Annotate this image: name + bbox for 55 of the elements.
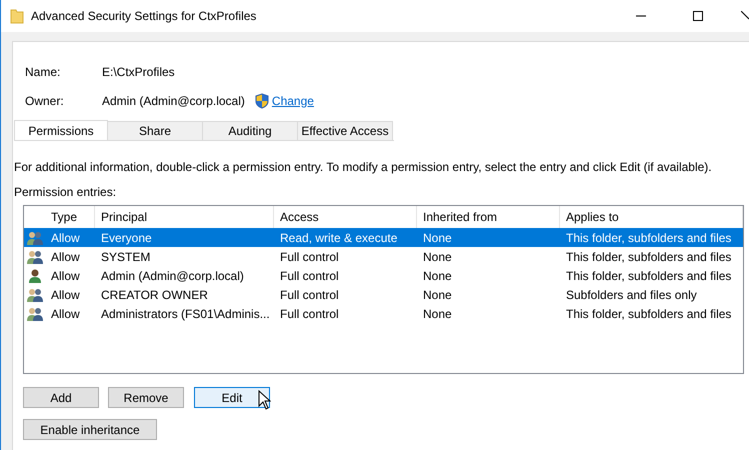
table-cell-text: Allow bbox=[50, 268, 81, 284]
entries-label: Permission entries: bbox=[14, 184, 118, 201]
group-icon bbox=[26, 248, 44, 264]
table-row[interactable]: Allow CREATOR OWNER Full control None Subfolders and files only bbox=[24, 285, 743, 304]
table-cell-text: Full control bbox=[279, 306, 340, 322]
tab[interactable]: Effective Access bbox=[298, 121, 393, 140]
tab[interactable]: Permissions bbox=[14, 120, 108, 140]
field-label: Owner: bbox=[25, 92, 65, 110]
table-cell-text: Full control bbox=[279, 248, 340, 266]
table-cell-text: Administrators (FS01\Adminis... bbox=[100, 306, 271, 322]
table-cell-text: This folder, subfolders and files bbox=[565, 248, 732, 266]
folder-icon bbox=[10, 8, 24, 24]
table-cell-text: This folder, subfolders and files bbox=[565, 230, 732, 246]
table-cell-text: Allow bbox=[50, 286, 81, 304]
table-cell-text: CREATOR OWNER bbox=[100, 286, 209, 304]
table-row[interactable]: Allow Everyone Read, write & execute None This folder, subfolders and files bbox=[24, 228, 743, 247]
mouse-pointer-icon bbox=[258, 390, 271, 410]
table-cell-text: Allow bbox=[50, 306, 81, 322]
table-cell-text: None bbox=[422, 248, 453, 266]
action-button[interactable]: Add bbox=[23, 387, 99, 408]
table-row[interactable]: Allow Admin (Admin@corp.local) Full control None This folder, subfolders and files bbox=[24, 266, 743, 285]
tab[interactable]: Auditing bbox=[203, 121, 298, 140]
table-row[interactable]: Allow Administrators (FS01\Adminis... Full control None This folder, subfolders and files bbox=[24, 304, 743, 323]
field-value: E:\CtxProfiles bbox=[102, 64, 175, 80]
maximize-icon[interactable] bbox=[693, 11, 703, 21]
table-cell-text: None bbox=[422, 286, 453, 304]
tab[interactable]: Share bbox=[108, 121, 203, 140]
change-link[interactable]: Change bbox=[272, 92, 314, 110]
table-cell-text: None bbox=[422, 306, 453, 322]
table-cell-text: Allow bbox=[50, 230, 81, 246]
table-cell-text: None bbox=[422, 230, 453, 246]
table-cell-text: SYSTEM bbox=[100, 248, 152, 266]
table-cell-text: Allow bbox=[50, 248, 81, 266]
close-icon[interactable] bbox=[741, 11, 749, 21]
info-text: For additional information, double-click a permission entry. To modify a permission entry, select the entry and click Edit (if available). bbox=[14, 159, 713, 176]
table-cell-text: Everyone bbox=[100, 230, 153, 246]
window-title: Advanced Security Settings for CtxProfiles bbox=[31, 8, 256, 25]
group-icon bbox=[26, 306, 44, 322]
action-button[interactable]: Remove bbox=[108, 387, 184, 408]
shield-icon bbox=[254, 92, 269, 108]
action-button[interactable]: Edit bbox=[194, 387, 270, 408]
table-cell-text: Subfolders and files only bbox=[565, 286, 698, 304]
table-cell-text: This folder, subfolders and files bbox=[565, 306, 732, 322]
table-cell-text: This folder, subfolders and files bbox=[565, 268, 732, 284]
field-label: Name: bbox=[25, 64, 62, 80]
field-value: Admin (Admin@corp.local) bbox=[102, 92, 245, 110]
table-cell-text: Admin (Admin@corp.local) bbox=[100, 268, 245, 284]
table-row[interactable]: Allow SYSTEM Full control None This folder, subfolders and files bbox=[24, 247, 743, 266]
table-cell-text: Read, write & execute bbox=[279, 230, 398, 246]
group-icon bbox=[26, 230, 44, 246]
group-icon bbox=[26, 286, 44, 302]
table-cell-text: Full control bbox=[279, 286, 340, 304]
table-cell-text: Full control bbox=[279, 268, 340, 284]
enable-inheritance-button[interactable]: Enable inheritance bbox=[23, 419, 157, 440]
table-cell-text: None bbox=[422, 268, 453, 284]
